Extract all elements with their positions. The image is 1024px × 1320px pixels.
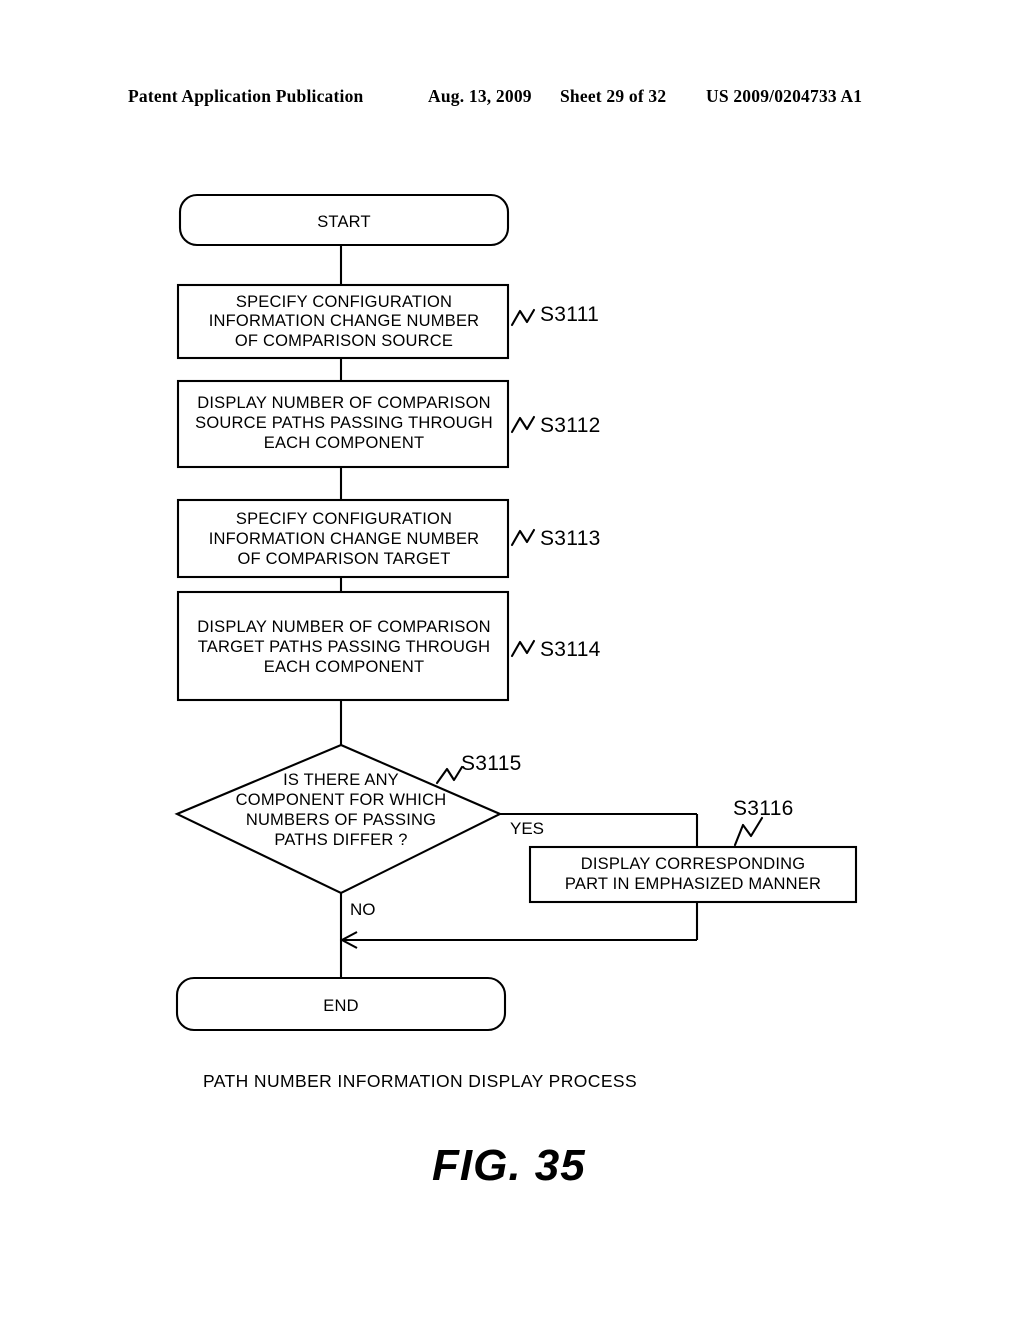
- flowchart-figure: START SPECIFY CONFIGURATION INFORMATION …: [0, 0, 1024, 1320]
- node-s3115-line4: PATHS DIFFER ?: [274, 831, 407, 849]
- node-s3112-line2: SOURCE PATHS PASSING THROUGH: [195, 414, 493, 432]
- node-s3112: DISPLAY NUMBER OF COMPARISON SOURCE PATH…: [176, 379, 510, 469]
- node-s3112-line1: DISPLAY NUMBER OF COMPARISON: [197, 394, 490, 412]
- node-s3111: SPECIFY CONFIGURATION INFORMATION CHANGE…: [176, 283, 510, 360]
- step-label-s3115-text: S3115: [461, 752, 522, 775]
- node-s3113-line2: INFORMATION CHANGE NUMBER: [209, 530, 480, 548]
- node-end: END: [175, 976, 507, 1032]
- node-start-label: START: [317, 213, 371, 231]
- step-label-s3112-text: S3112: [540, 414, 601, 437]
- node-s3115-line3: NUMBERS OF PASSING: [246, 811, 436, 829]
- node-s3112-line3: EACH COMPONENT: [264, 434, 424, 452]
- step-label-s3113-text: S3113: [540, 527, 601, 550]
- node-end-label: END: [323, 997, 358, 1015]
- node-s3113-line3: OF COMPARISON TARGET: [237, 550, 450, 568]
- node-s3111-line2: INFORMATION CHANGE NUMBER: [209, 312, 480, 330]
- node-s3115-line2: COMPONENT FOR WHICH: [236, 791, 447, 809]
- node-s3116-line1: DISPLAY CORRESPONDING: [581, 855, 806, 873]
- step-label-s3114: S3114: [510, 638, 601, 661]
- node-s3115-decision: IS THERE ANY COMPONENT FOR WHICH NUMBERS…: [174, 743, 503, 895]
- branch-label-yes: YES: [510, 819, 544, 838]
- node-s3116: DISPLAY CORRESPONDING PART IN EMPHASIZED…: [528, 845, 858, 904]
- step-label-s3111-text: S3111: [540, 303, 599, 326]
- branch-label-no: NO: [350, 900, 376, 919]
- node-s3114-line1: DISPLAY NUMBER OF COMPARISON: [197, 618, 490, 636]
- node-s3116-line2: PART IN EMPHASIZED MANNER: [565, 875, 821, 893]
- step-label-s3115: S3115: [435, 752, 522, 785]
- step-label-s3116: S3116: [733, 797, 794, 847]
- node-s3111-line3: OF COMPARISON SOURCE: [235, 332, 453, 350]
- figure-caption: PATH NUMBER INFORMATION DISPLAY PROCESS: [203, 1071, 637, 1091]
- step-label-s3114-text: S3114: [540, 638, 601, 661]
- step-label-s3112: S3112: [510, 414, 601, 437]
- node-s3111-line1: SPECIFY CONFIGURATION: [236, 293, 452, 311]
- step-label-s3116-text: S3116: [733, 797, 794, 820]
- node-s3113: SPECIFY CONFIGURATION INFORMATION CHANGE…: [176, 498, 510, 579]
- step-label-s3113: S3113: [510, 527, 601, 550]
- node-s3113-line1: SPECIFY CONFIGURATION: [236, 510, 452, 528]
- node-s3114-line3: EACH COMPONENT: [264, 658, 424, 676]
- step-label-s3111: S3111: [510, 303, 599, 327]
- node-s3114: DISPLAY NUMBER OF COMPARISON TARGET PATH…: [176, 590, 510, 702]
- node-s3115-line1: IS THERE ANY: [283, 771, 399, 789]
- node-start: START: [178, 193, 510, 247]
- node-s3114-line2: TARGET PATHS PASSING THROUGH: [198, 638, 491, 656]
- figure-label: FIG. 35: [432, 1141, 586, 1190]
